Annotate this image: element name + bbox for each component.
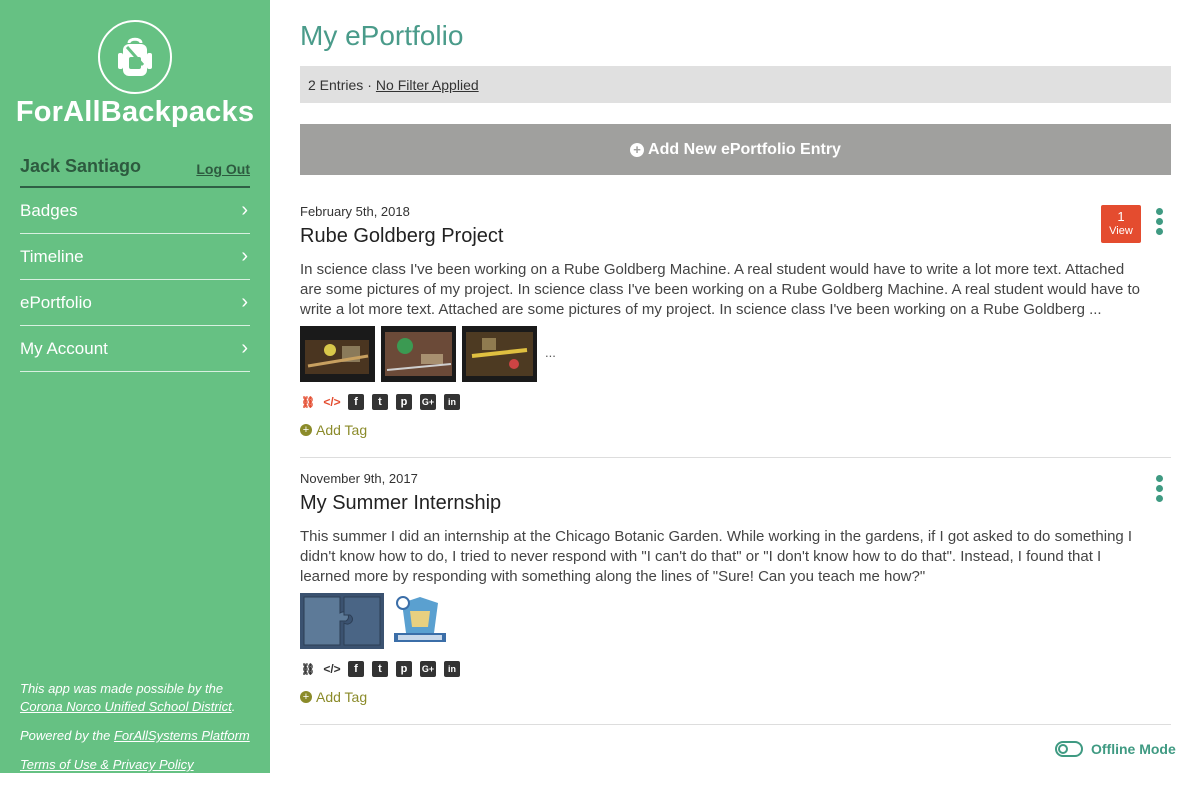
sidebar: ForAllBackpacks Jack Santiago Log Out Ba… (0, 0, 270, 773)
sidebar-nav: Badges › Timeline › ePortfolio › My Acco… (20, 188, 250, 372)
offline-mode-toggle[interactable]: Offline Mode (1055, 741, 1176, 757)
offline-mode-label: Offline Mode (1091, 741, 1176, 757)
terms-link[interactable]: Terms of Use & Privacy Policy (20, 757, 194, 772)
views-label: View (1109, 225, 1133, 237)
powered-text: Powered by the ForAllSystems Platform (20, 727, 260, 745)
sidebar-item-label: ePortfolio (20, 292, 92, 312)
pinterest-icon[interactable]: p (396, 661, 412, 677)
platform-link[interactable]: ForAllSystems Platform (114, 728, 250, 743)
entry-image-thumbnail[interactable] (381, 326, 456, 382)
entry-image-thumbnail[interactable] (300, 593, 384, 649)
add-tag-label: Add Tag (316, 422, 368, 438)
chevron-right-icon: › (241, 199, 248, 221)
sidebar-item-badges[interactable]: Badges › (20, 188, 250, 234)
user-name: Jack Santiago (20, 156, 142, 176)
embed-code-icon[interactable]: </> (323, 394, 340, 410)
user-row: Jack Santiago Log Out (20, 156, 250, 188)
add-entry-label: Add New ePortfolio Entry (648, 140, 841, 158)
entry-image-thumbnail[interactable] (300, 326, 375, 382)
entry-description: In science class I've been working on a … (300, 261, 1140, 318)
sidebar-item-timeline[interactable]: Timeline › (20, 234, 250, 280)
credits-text: This app was made possible by the Corona… (20, 681, 236, 714)
page-title: My ePortfolio (300, 20, 464, 51)
brand-name: ForAllBackpacks (15, 96, 255, 128)
filter-bar: 2 Entries · No Filter Applied (300, 66, 1171, 103)
linkedin-icon[interactable]: in (444, 661, 460, 677)
add-tag-button[interactable]: + Add Tag (300, 689, 1171, 705)
entry-date: February 5th, 2018 (300, 204, 410, 219)
share-bar: ⛓ </> f t p G+ in (300, 394, 1171, 410)
entries-count: 2 Entries (308, 76, 364, 93)
pinterest-icon[interactable]: p (396, 394, 412, 410)
add-tag-button[interactable]: + Add Tag (300, 422, 1171, 438)
toggle-switch-icon (1055, 741, 1083, 757)
twitter-icon[interactable]: t (372, 394, 388, 410)
portfolio-entry: February 5th, 2018 Rube Goldberg Project… (300, 204, 1171, 458)
backpack-icon (118, 37, 152, 76)
entry-date: November 9th, 2017 (300, 471, 418, 486)
entry-images: ... (300, 326, 1171, 382)
share-bar: ⛓ </> f t p G+ in (300, 661, 1171, 677)
plus-circle-icon: + (630, 142, 645, 157)
credits-prefix: This app was made possible by the (20, 681, 224, 696)
powered-prefix: Powered by the (20, 728, 114, 743)
entry-image-thumbnail[interactable] (390, 593, 450, 649)
separator: · (367, 76, 372, 93)
chevron-right-icon: › (241, 337, 248, 359)
add-entry-button[interactable]: + Add New ePortfolio Entry (300, 124, 1171, 175)
facebook-icon[interactable]: f (348, 661, 364, 677)
sidebar-footer: This app was made possible by the Corona… (20, 680, 260, 785)
sidebar-item-eportfolio[interactable]: ePortfolio › (20, 280, 250, 326)
link-icon[interactable]: ⛓ (300, 394, 316, 410)
entry-description: This summer I did an internship at the C… (300, 528, 1133, 585)
sidebar-item-my-account[interactable]: My Account › (20, 326, 250, 372)
plus-circle-icon: + (300, 691, 312, 703)
more-options-icon[interactable] (1154, 475, 1164, 505)
plus-circle-icon: + (300, 424, 312, 436)
sidebar-item-label: Badges (20, 200, 78, 220)
sidebar-item-label: My Account (20, 338, 108, 358)
chevron-right-icon: › (241, 291, 248, 313)
sidebar-item-label: Timeline (20, 246, 84, 266)
google-plus-icon[interactable]: G+ (420, 394, 436, 410)
portfolio-entry: November 9th, 2017 My Summer Internship … (300, 471, 1171, 725)
logo[interactable] (98, 20, 172, 94)
linkedin-icon[interactable]: in (444, 394, 460, 410)
chevron-right-icon: › (241, 245, 248, 267)
views-count: 1 (1117, 209, 1125, 224)
entry-title[interactable]: Rube Goldberg Project (300, 225, 1171, 248)
google-plus-icon[interactable]: G+ (420, 661, 436, 677)
more-options-icon[interactable] (1154, 208, 1164, 238)
views-badge: 1 View (1101, 205, 1141, 243)
filter-link[interactable]: No Filter Applied (376, 77, 479, 93)
facebook-icon[interactable]: f (348, 394, 364, 410)
add-tag-label: Add Tag (316, 689, 368, 705)
entry-images (300, 593, 1171, 649)
twitter-icon[interactable]: t (372, 661, 388, 677)
embed-code-icon[interactable]: </> (323, 661, 340, 677)
logout-link[interactable]: Log Out (196, 161, 250, 177)
entry-title[interactable]: My Summer Internship (300, 492, 1171, 515)
entry-image-thumbnail[interactable] (462, 326, 537, 382)
link-icon[interactable]: ⛓ (300, 661, 316, 677)
more-images[interactable]: ... (545, 345, 556, 360)
district-link[interactable]: Corona Norco Unified School District (20, 699, 232, 714)
